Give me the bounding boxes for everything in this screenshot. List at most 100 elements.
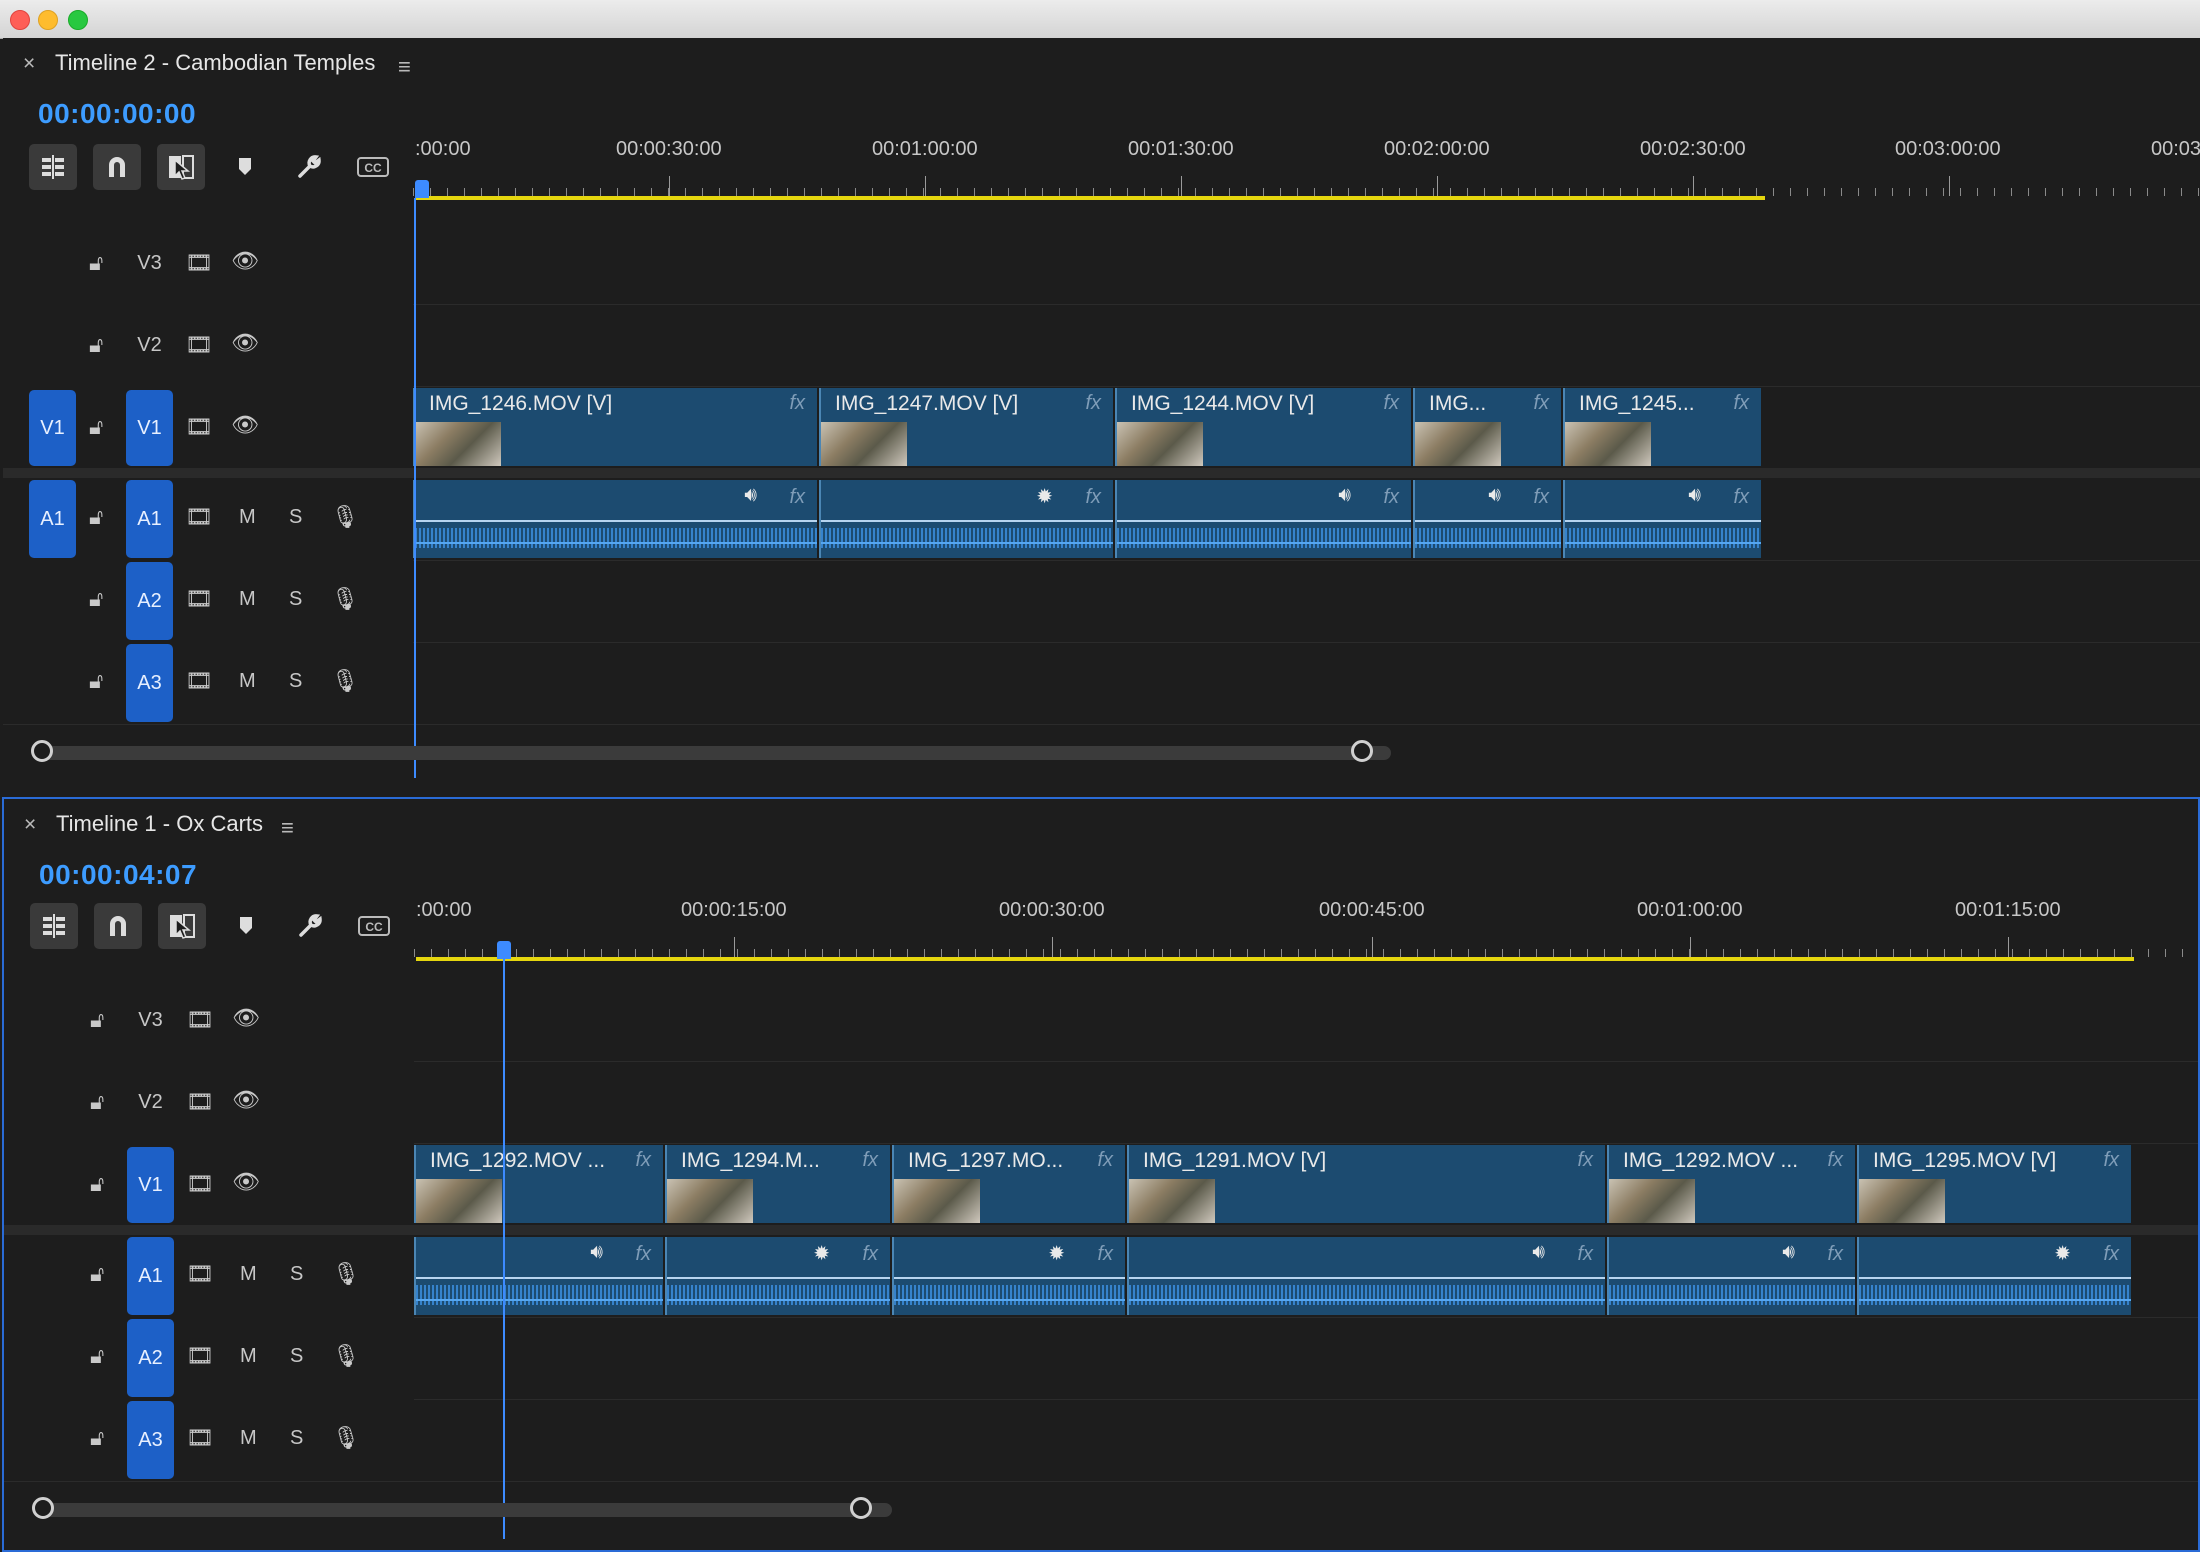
video-clip[interactable]: IMG_1292.MOV ... fx bbox=[414, 1145, 663, 1223]
film-icon[interactable]: 🎞︎ bbox=[185, 586, 213, 612]
fx-badge[interactable]: fx bbox=[1383, 392, 1399, 415]
audio-clip[interactable]: 🔊︎ fx bbox=[1563, 480, 1761, 558]
film-icon[interactable]: 🎞︎ bbox=[186, 1089, 214, 1115]
video-clip[interactable]: IMG_1294.M... fx bbox=[665, 1145, 890, 1223]
horizontal-zoom-scrollbar[interactable] bbox=[31, 740, 2200, 766]
timeline-settings-button[interactable] bbox=[285, 144, 333, 190]
lock-icon[interactable]: 🔓︎ bbox=[89, 414, 103, 440]
fx-badge[interactable]: fx bbox=[862, 1149, 878, 1172]
audio-clip[interactable]: ✹ fx bbox=[892, 1237, 1125, 1315]
track-target-v1[interactable]: V1 bbox=[126, 390, 173, 466]
zoom-handle-right[interactable] bbox=[850, 1497, 872, 1519]
track-target-v1[interactable]: V1 bbox=[127, 1147, 174, 1223]
zoom-handle-left[interactable] bbox=[32, 1497, 54, 1519]
eye-icon[interactable]: 👁︎ bbox=[232, 1005, 260, 1031]
film-icon[interactable]: 🎞︎ bbox=[186, 1171, 214, 1197]
volume-line[interactable] bbox=[1415, 520, 1561, 522]
audio-clip[interactable]: 🔊︎ fx bbox=[1127, 1237, 1605, 1315]
volume-line[interactable] bbox=[1565, 520, 1761, 522]
fx-badge[interactable]: fx bbox=[1577, 1149, 1593, 1172]
snap-button[interactable] bbox=[94, 903, 142, 949]
volume-line[interactable] bbox=[894, 1277, 1125, 1279]
fx-badge[interactable]: fx bbox=[1383, 486, 1399, 509]
eye-icon[interactable]: 👁︎ bbox=[231, 330, 259, 356]
panel-menu-icon[interactable]: ≡ bbox=[398, 54, 411, 80]
playhead-timecode[interactable]: 00:00:04:07 bbox=[39, 859, 197, 891]
eye-icon[interactable]: 👁︎ bbox=[232, 1169, 260, 1195]
mic-icon[interactable]: 🎙︎ bbox=[331, 668, 359, 694]
film-icon[interactable]: 🎞︎ bbox=[185, 504, 213, 530]
add-marker-button[interactable] bbox=[221, 144, 269, 190]
fx-badge[interactable]: fx bbox=[2103, 1149, 2119, 1172]
mic-icon[interactable]: 🎙︎ bbox=[331, 586, 359, 612]
solo-button[interactable]: S bbox=[289, 670, 302, 693]
solo-button[interactable]: S bbox=[289, 588, 302, 611]
track-target-a3[interactable]: A3 bbox=[126, 644, 173, 722]
track-name[interactable]: V2 bbox=[127, 1091, 174, 1114]
close-window-button[interactable] bbox=[10, 10, 30, 30]
add-marker-button[interactable] bbox=[222, 903, 270, 949]
film-icon[interactable]: 🎞︎ bbox=[186, 1007, 214, 1033]
linked-selection-button[interactable] bbox=[158, 903, 206, 949]
mic-icon[interactable]: 🎙︎ bbox=[331, 504, 359, 530]
mute-button[interactable]: M bbox=[239, 670, 256, 693]
lock-icon[interactable]: 🔓︎ bbox=[90, 1343, 104, 1369]
close-tab-icon[interactable]: × bbox=[23, 52, 35, 76]
fx-badge[interactable]: fx bbox=[1085, 486, 1101, 509]
lock-icon[interactable]: 🔓︎ bbox=[89, 504, 103, 530]
solo-button[interactable]: S bbox=[290, 1345, 303, 1368]
lock-icon[interactable]: 🔓︎ bbox=[90, 1171, 104, 1197]
fx-badge[interactable]: fx bbox=[1533, 486, 1549, 509]
fx-badge[interactable]: fx bbox=[1085, 392, 1101, 415]
track-target-a2[interactable]: A2 bbox=[127, 1319, 174, 1397]
timeline-settings-button[interactable] bbox=[286, 903, 334, 949]
volume-line[interactable] bbox=[821, 520, 1113, 522]
audio-clip[interactable]: ✹ fx bbox=[819, 480, 1113, 558]
video-clip[interactable]: IMG_1295.MOV [V] fx bbox=[1857, 1145, 2131, 1223]
zoom-handle-left[interactable] bbox=[31, 740, 53, 762]
film-icon[interactable]: 🎞︎ bbox=[185, 414, 213, 440]
film-icon[interactable]: 🎞︎ bbox=[186, 1261, 214, 1287]
mute-button[interactable]: M bbox=[240, 1427, 257, 1450]
playhead-timecode[interactable]: 00:00:00:00 bbox=[38, 98, 196, 130]
fx-badge[interactable]: fx bbox=[2103, 1243, 2119, 1266]
fx-badge[interactable]: fx bbox=[1533, 392, 1549, 415]
lock-icon[interactable]: 🔓︎ bbox=[90, 1425, 104, 1451]
fx-badge[interactable]: fx bbox=[1733, 486, 1749, 509]
zoom-handle-right[interactable] bbox=[1351, 740, 1373, 762]
track-name[interactable]: V2 bbox=[126, 334, 173, 357]
track-target-a1[interactable]: A1 bbox=[127, 1237, 174, 1315]
audio-clip[interactable]: ✹ fx bbox=[1857, 1237, 2131, 1315]
audio-clip[interactable]: 🔊︎ fx bbox=[1607, 1237, 1855, 1315]
video-audio-divider[interactable] bbox=[4, 1225, 2198, 1235]
solo-button[interactable]: S bbox=[290, 1263, 303, 1286]
scrollbar-track[interactable] bbox=[42, 1503, 892, 1517]
work-area-bar[interactable] bbox=[415, 196, 1765, 200]
video-audio-divider[interactable] bbox=[3, 468, 2200, 478]
fx-badge[interactable]: fx bbox=[1827, 1149, 1843, 1172]
lock-icon[interactable]: 🔓︎ bbox=[89, 250, 103, 276]
audio-clip[interactable]: 🔊︎ fx bbox=[413, 480, 817, 558]
panel-title[interactable]: Timeline 1 - Ox Carts bbox=[56, 811, 263, 837]
audio-clip[interactable]: 🔊︎ fx bbox=[414, 1237, 663, 1315]
volume-line[interactable] bbox=[416, 1277, 663, 1279]
playhead-line[interactable] bbox=[503, 959, 505, 1539]
source-patch-v1[interactable]: V1 bbox=[29, 390, 76, 466]
horizontal-zoom-scrollbar[interactable] bbox=[32, 1497, 2198, 1523]
fx-badge[interactable]: fx bbox=[1733, 392, 1749, 415]
playhead-line[interactable] bbox=[414, 198, 416, 778]
insert-sequence-as-nest-button[interactable] bbox=[29, 144, 77, 190]
track-name[interactable]: V3 bbox=[127, 1009, 174, 1032]
video-clip[interactable]: IMG_1246.MOV [V] fx bbox=[413, 388, 817, 466]
video-clip[interactable]: IMG... fx bbox=[1413, 388, 1561, 466]
volume-line[interactable] bbox=[415, 520, 817, 522]
fx-badge[interactable]: fx bbox=[789, 392, 805, 415]
time-ruler[interactable]: :00:00 00:00:15:00 00:00:30:00 00:00:45:… bbox=[414, 899, 2198, 961]
lock-icon[interactable]: 🔓︎ bbox=[90, 1261, 104, 1287]
snap-button[interactable] bbox=[93, 144, 141, 190]
film-icon[interactable]: 🎞︎ bbox=[185, 332, 213, 358]
close-tab-icon[interactable]: × bbox=[24, 813, 36, 837]
video-clip[interactable]: IMG_1291.MOV [V] fx bbox=[1127, 1145, 1605, 1223]
film-icon[interactable]: 🎞︎ bbox=[186, 1343, 214, 1369]
zoom-window-button[interactable] bbox=[68, 10, 88, 30]
